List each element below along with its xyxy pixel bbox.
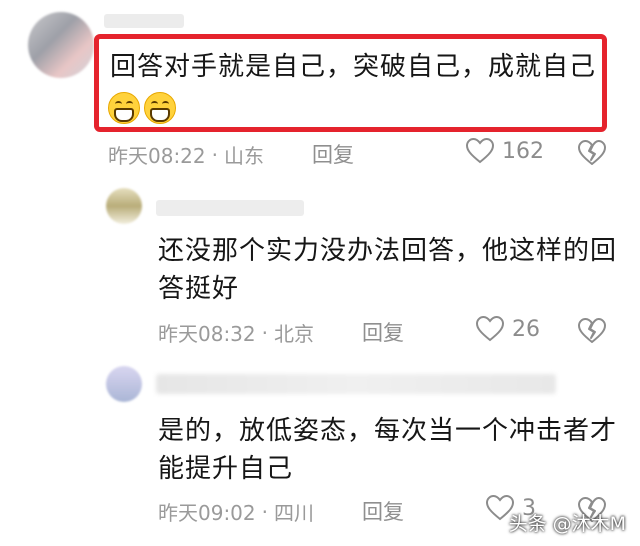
comment-text: 回答对手就是自己，突破自己，成就自己 [110,52,597,82]
comment-text-line-2: 答挺好 [158,274,240,304]
timestamp: 昨天09:02 [158,501,256,525]
comment-meta: 昨天08:32 · 北京 [158,318,314,347]
heart-icon [466,138,494,164]
grinning-emoji [144,92,176,124]
username-blurred[interactable] [104,14,184,28]
watermark: 头条 @沐木M [508,513,626,535]
separator: · [211,142,218,167]
username-blurred[interactable] [156,374,556,394]
emoji-row [108,92,180,124]
heart-icon [476,316,504,342]
reply-button[interactable]: 回复 [362,496,404,526]
location: 山东 [224,144,264,168]
avatar[interactable] [106,188,142,224]
comment-text-line-1: 还没那个实力没办法回答，他这样的回 [158,236,618,266]
like-count: 26 [512,316,540,342]
timestamp: 昨天08:22 [108,144,206,168]
avatar[interactable] [28,12,94,78]
like-count: 162 [502,138,544,164]
broken-heart-icon[interactable] [578,140,606,166]
reply-button[interactable]: 回复 [362,317,404,347]
username-blurred[interactable] [156,200,304,216]
like-button[interactable]: 162 [466,138,544,164]
comment-meta: 昨天08:22 · 山东 [108,140,264,169]
separator: · [261,320,268,345]
separator: · [261,499,268,524]
reply-button[interactable]: 回复 [312,139,354,169]
broken-heart-icon[interactable] [578,318,606,344]
grinning-emoji [108,92,140,124]
comment-text-line-1: 是的，放低姿态，每次当一个冲击者才 [158,416,618,446]
location: 北京 [274,322,314,346]
avatar[interactable] [106,366,142,402]
comment-text-line-2: 能提升自己 [158,454,294,484]
comment-meta: 昨天09:02 · 四川 [158,497,314,526]
location: 四川 [274,501,314,525]
timestamp: 昨天08:32 [158,322,256,346]
like-button[interactable]: 26 [476,316,540,342]
